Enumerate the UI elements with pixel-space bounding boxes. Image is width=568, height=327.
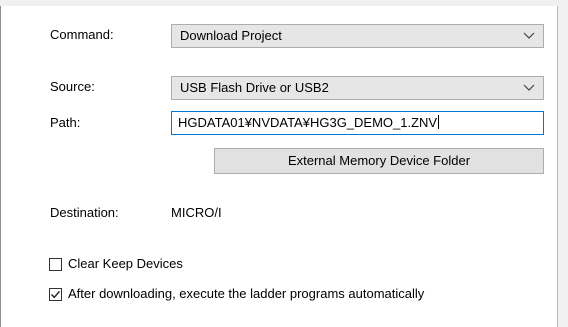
chevron-down-icon — [523, 32, 535, 39]
path-input[interactable]: HGDATA01¥NVDATA¥HG3G_DEMO_1.ZNV — [171, 111, 544, 135]
text-caret — [438, 115, 440, 129]
command-dropdown-value: Download Project — [180, 28, 282, 43]
destination-value: MICRO/I — [171, 205, 222, 220]
path-input-value: HGDATA01¥NVDATA¥HG3G_DEMO_1.ZNV — [178, 115, 440, 130]
path-label: Path: — [50, 115, 81, 130]
clear-keep-devices-label[interactable]: Clear Keep Devices — [68, 256, 183, 272]
external-memory-folder-button[interactable]: External Memory Device Folder — [214, 148, 544, 174]
download-settings-panel: Command: Download Project Source: USB Fl… — [0, 6, 558, 327]
auto-execute-label[interactable]: After downloading, execute the ladder pr… — [68, 286, 424, 302]
source-label: Source: — [50, 79, 95, 94]
auto-execute-checkbox[interactable] — [49, 288, 62, 301]
command-label: Command: — [50, 27, 114, 42]
chevron-down-icon — [523, 84, 535, 91]
command-dropdown[interactable]: Download Project — [171, 24, 544, 48]
source-dropdown[interactable]: USB Flash Drive or USB2 — [171, 76, 544, 100]
destination-label: Destination: — [50, 205, 119, 220]
source-dropdown-value: USB Flash Drive or USB2 — [180, 80, 329, 95]
dialog-window: Command: Download Project Source: USB Fl… — [0, 0, 568, 327]
checkmark-icon — [51, 290, 61, 299]
clear-keep-devices-checkbox[interactable] — [49, 258, 62, 271]
